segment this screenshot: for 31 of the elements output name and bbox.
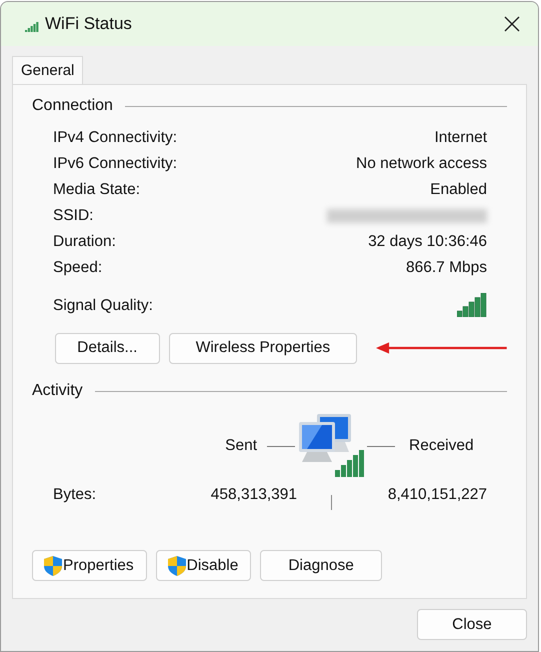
dialog-button[interactable]: Properties [32,550,147,581]
close-button[interactable]: Close [417,609,527,640]
received-label: Received [409,437,474,455]
field-label: IPv6 Connectivity: [53,155,178,173]
field-label: Speed: [53,259,102,277]
dialog-button[interactable]: Wireless Properties [168,332,358,364]
bytes-label: Bytes: [53,486,98,504]
section-heading: Activity [32,382,83,400]
signal-icon [25,22,39,32]
window-title: WiFi Status [45,14,132,34]
field-value: 866.7 Mbps [406,259,487,277]
field-value: Enabled [430,181,487,199]
dialog-button[interactable]: Disable [156,550,252,581]
field-label: IPv4 Connectivity: [53,129,178,147]
field-label: Signal Quality: [53,297,153,316]
field-label: SSID: [53,207,94,225]
shield-icon [166,554,187,576]
field-label: Media State: [53,181,140,199]
shield-icon [43,554,63,576]
dialog-button[interactable]: Diagnose [260,550,382,581]
bytes-sent-value: 458,313,391 [210,486,297,504]
field-value: No network access [356,155,487,173]
sent-label: Sent [225,437,257,455]
dialog-button[interactable]: Details... [55,332,160,364]
field-value: Internet [434,129,487,147]
bytes-received-value: 8,410,151,227 [386,486,487,504]
signal-bars-icon [457,293,487,317]
section-heading: Connection [32,97,113,115]
tab[interactable]: General [12,56,84,84]
field-label: Duration: [53,233,116,251]
field-value: 32 days 10:36:46 [368,233,487,251]
